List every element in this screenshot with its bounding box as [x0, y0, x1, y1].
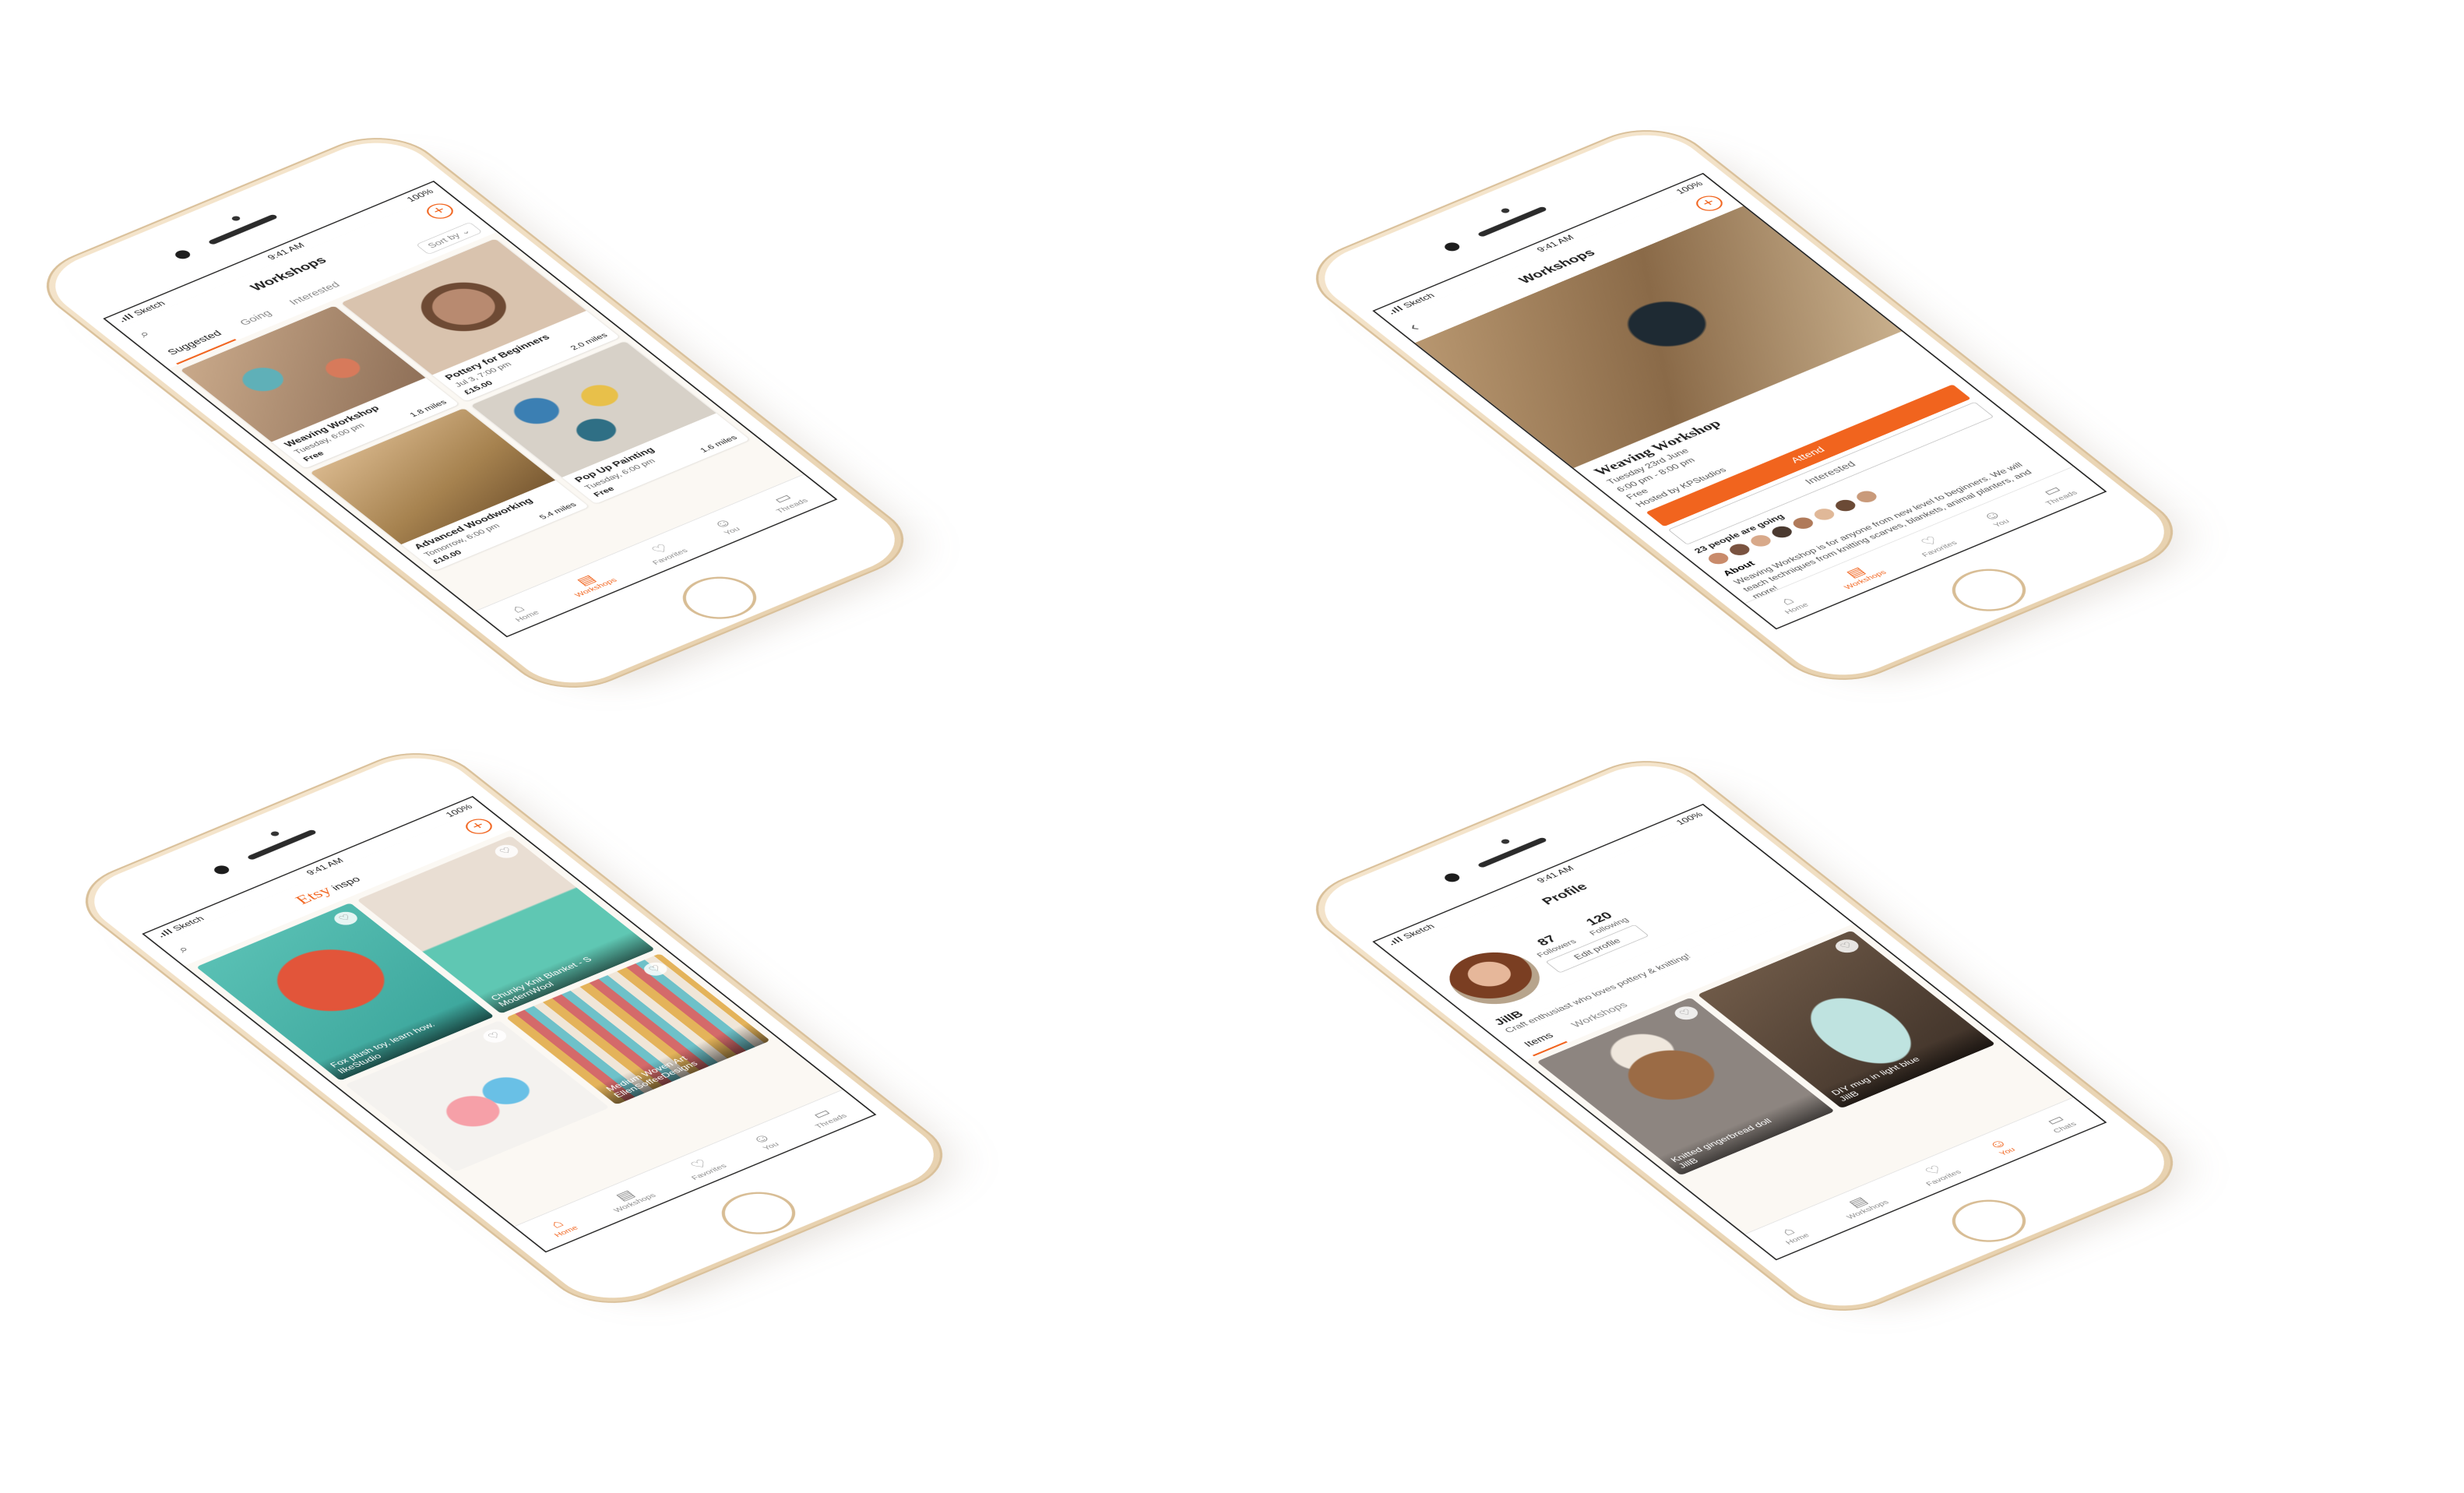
- tabbar-threads[interactable]: ▭ Threads: [762, 488, 810, 514]
- chevron-down-icon: ⌄: [456, 227, 473, 236]
- home-button[interactable]: [706, 1183, 810, 1243]
- tabbar-you[interactable]: ☺ You: [1978, 508, 2012, 529]
- tabbar-workshops[interactable]: ▤ Workshops: [561, 567, 618, 598]
- phone-workshop-detail: .ıll Sketch 9:41 AM 100% ‹ Workshops + W…: [1290, 115, 2209, 695]
- phone-inspo: .ıll Sketch 9:41 AM 100% ⌕ Etsy inspo + …: [59, 738, 978, 1318]
- tabbar-favorites[interactable]: ♡ Favorites: [1908, 530, 1959, 558]
- sensor: [269, 830, 281, 837]
- add-button[interactable]: +: [460, 815, 498, 837]
- speaker: [1477, 206, 1548, 238]
- back-icon[interactable]: ‹: [1403, 319, 1423, 333]
- sensor: [230, 215, 242, 222]
- tabbar-workshops[interactable]: ▤ Workshops: [600, 1182, 657, 1213]
- sensor: [1499, 207, 1512, 214]
- speaker: [207, 213, 279, 245]
- tabbar-you[interactable]: ☺ You: [748, 1131, 782, 1152]
- tabbar-chats[interactable]: ▭ Chats: [2039, 1111, 2078, 1134]
- tabbar-home[interactable]: ⌂ Home: [1772, 1223, 1811, 1245]
- speaker: [246, 829, 318, 861]
- tabbar-you[interactable]: ☺ You: [709, 516, 743, 537]
- camera: [1441, 241, 1463, 253]
- sort-label: Sort by: [424, 231, 463, 250]
- tabbar-workshops[interactable]: ▤ Workshops: [1830, 559, 1888, 590]
- sensor: [1499, 838, 1512, 845]
- home-button[interactable]: [1937, 1191, 2040, 1251]
- speaker: [1477, 836, 1548, 868]
- home-button[interactable]: [667, 568, 771, 628]
- tabbar-favorites[interactable]: ♡ Favorites: [639, 537, 689, 565]
- page-title: Profile: [1539, 881, 1591, 907]
- tabbar-threads[interactable]: ▭ Threads: [801, 1103, 849, 1129]
- tabbar-threads[interactable]: ▭ Threads: [2032, 480, 2079, 506]
- add-button[interactable]: +: [421, 200, 459, 222]
- search-icon[interactable]: ⌕: [174, 944, 193, 956]
- search-icon[interactable]: ⌕: [136, 329, 154, 340]
- home-button[interactable]: [1937, 560, 2040, 620]
- add-button[interactable]: +: [1691, 192, 1728, 214]
- tabbar-workshops[interactable]: ▤ Workshops: [1832, 1189, 1890, 1220]
- tabbar-home[interactable]: ⌂ Home: [540, 1215, 579, 1238]
- tabbar-favorites[interactable]: ♡ Favorites: [678, 1153, 728, 1181]
- tabbar-home[interactable]: ⌂ Home: [1771, 592, 1810, 615]
- camera: [1441, 872, 1463, 884]
- phone-profile: .ıll Sketch 9:41 AM 100% Profile 87 Follo…: [1290, 746, 2209, 1326]
- camera: [172, 248, 193, 261]
- tabbar-home[interactable]: ⌂ Home: [502, 600, 540, 623]
- camera: [211, 864, 232, 876]
- tabbar-you[interactable]: ☺ You: [1984, 1136, 2018, 1157]
- tabbar-favorites[interactable]: ♡ Favorites: [1912, 1159, 1962, 1187]
- phone-workshops: .ıll Sketch 9:41 AM 100% ⌕ Workshops + S…: [20, 123, 939, 702]
